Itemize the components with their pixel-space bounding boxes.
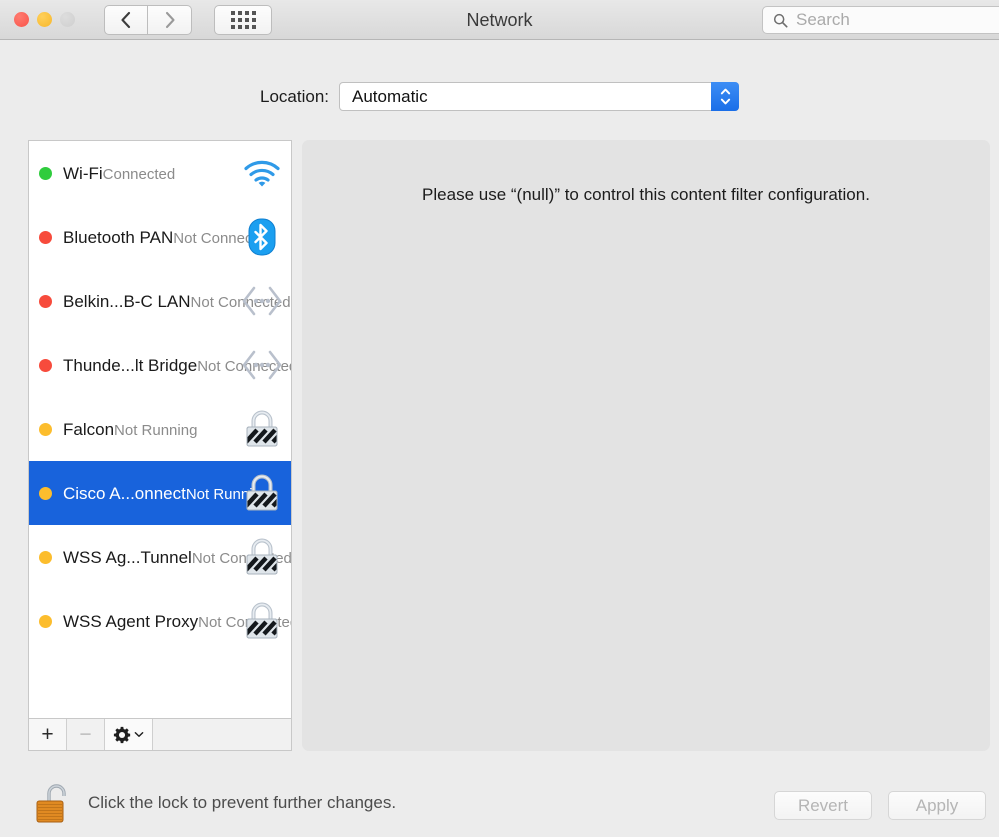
service-icon xyxy=(241,152,283,194)
service-text: Thunde...lt BridgeNot Connected xyxy=(63,355,291,376)
ethernet-icon xyxy=(242,286,282,316)
toolbar-filler xyxy=(153,719,291,750)
search-field[interactable]: Search xyxy=(762,6,999,34)
location-row: Location: Automatic xyxy=(0,82,999,111)
location-label: Location: xyxy=(260,86,329,106)
wifi-icon xyxy=(244,160,280,187)
gear-icon xyxy=(113,726,131,743)
status-dot xyxy=(39,358,52,372)
service-text: FalconNot Running xyxy=(63,419,241,440)
lock-hint-text: Click the lock to prevent further change… xyxy=(88,793,397,812)
vpn-lock-icon xyxy=(246,538,278,575)
status-dot xyxy=(39,614,52,628)
status-dot xyxy=(39,422,52,436)
service-icon xyxy=(241,216,283,258)
service-row[interactable]: Bluetooth PANNot Connected xyxy=(29,205,291,269)
service-row[interactable]: Belkin...B-C LANNot Connected xyxy=(29,269,291,333)
location-selected-value: Automatic xyxy=(352,86,428,106)
remove-service-button: − xyxy=(67,719,105,750)
window-titlebar: Network Search xyxy=(0,0,999,40)
service-name: Belkin...B-C LAN xyxy=(63,291,191,311)
service-icon xyxy=(241,280,283,322)
service-icon xyxy=(241,344,283,386)
service-name: Wi-Fi xyxy=(63,163,103,183)
network-service-list-panel: Wi-FiConnected Bluetooth PANNot Connected… xyxy=(28,140,292,751)
apply-button: Apply xyxy=(888,791,986,820)
status-dot xyxy=(39,166,52,180)
add-service-button[interactable]: + xyxy=(29,719,67,750)
service-text: Wi-FiConnected xyxy=(63,163,241,184)
service-name: Falcon xyxy=(63,419,115,439)
content-filter-message: Please use “(null)” to control this cont… xyxy=(422,185,870,204)
service-name: Cisco A...onnect xyxy=(63,483,186,503)
status-dot xyxy=(39,550,52,564)
service-status: Not Running xyxy=(114,421,198,439)
popup-stepper-arrows[interactable] xyxy=(711,82,739,111)
service-row[interactable]: Thunde...lt BridgeNot Connected xyxy=(29,333,291,397)
service-icon xyxy=(241,408,283,450)
service-name: Bluetooth PAN xyxy=(63,227,174,247)
search-placeholder: Search xyxy=(796,10,850,29)
service-name: WSS Ag...Tunnel xyxy=(63,547,192,567)
location-popup-button[interactable]: Automatic xyxy=(339,82,739,111)
revert-button: Revert xyxy=(774,791,872,820)
service-text: Bluetooth PANNot Connected xyxy=(63,227,273,248)
service-icon xyxy=(241,600,283,642)
service-row[interactable]: Cisco A...onnectNot Running xyxy=(29,461,291,525)
service-icon xyxy=(241,472,283,514)
service-list-toolbar: + − xyxy=(29,718,291,750)
status-dot xyxy=(39,230,52,244)
service-row[interactable]: WSS Agent ProxyNot Connected xyxy=(29,589,291,653)
service-row[interactable]: FalconNot Running xyxy=(29,397,291,461)
service-detail-panel: Please use “(null)” to control this cont… xyxy=(302,140,990,751)
service-text: WSS Agent ProxyNot Connected xyxy=(63,611,291,632)
vpn-lock-icon xyxy=(246,474,278,511)
chevron-down-icon xyxy=(134,732,144,737)
chevron-up-icon xyxy=(720,88,730,95)
service-row[interactable]: WSS Ag...TunnelNot Connected xyxy=(29,525,291,589)
service-status: Connected xyxy=(102,165,176,183)
vpn-lock-icon xyxy=(246,602,278,639)
preference-lock-button[interactable] xyxy=(33,781,73,827)
lock-open-icon xyxy=(36,784,66,823)
chevron-down-icon xyxy=(720,98,730,105)
service-text: Cisco A...onnectNot Running xyxy=(63,483,269,504)
service-name: Thunde...lt Bridge xyxy=(63,355,198,375)
service-icon xyxy=(241,536,283,578)
service-name: WSS Agent Proxy xyxy=(63,611,199,631)
vpn-lock-icon xyxy=(246,410,278,447)
service-actions-button[interactable] xyxy=(105,719,153,750)
service-row[interactable]: Wi-FiConnected xyxy=(29,141,291,205)
service-text: WSS Ag...TunnelNot Connected xyxy=(63,547,291,568)
status-dot xyxy=(39,486,52,500)
network-service-list[interactable]: Wi-FiConnected Bluetooth PANNot Connected… xyxy=(29,141,291,719)
ethernet-icon xyxy=(242,350,282,380)
bluetooth-icon xyxy=(248,218,276,256)
search-icon xyxy=(773,13,788,28)
status-dot xyxy=(39,294,52,308)
service-text: Belkin...B-C LANNot Connected xyxy=(63,291,291,312)
